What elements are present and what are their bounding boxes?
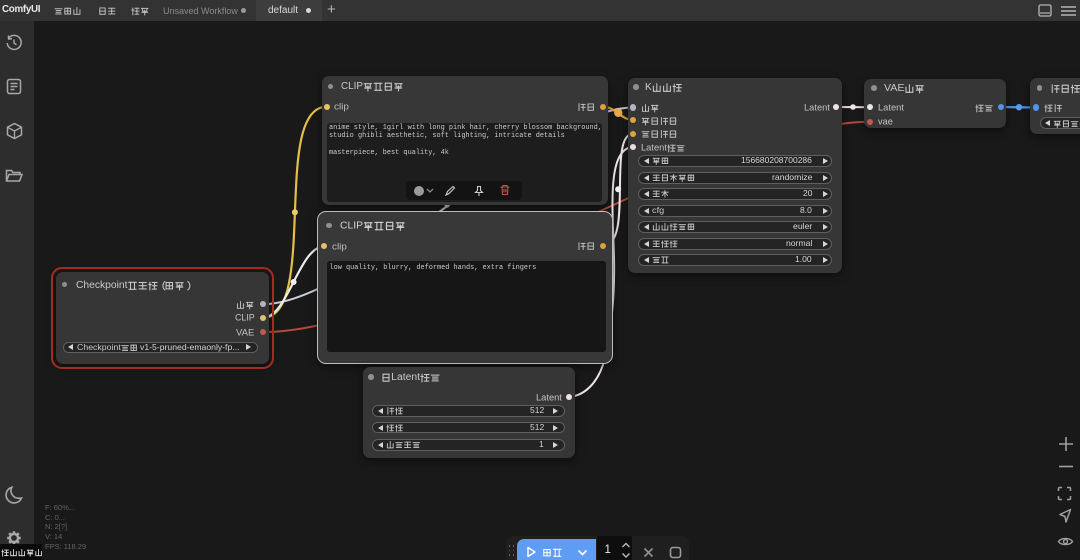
svg-text:normal: normal — [786, 238, 813, 248]
svg-text:20: 20 — [803, 188, 813, 198]
svg-text:Latent: Latent — [641, 142, 667, 152]
svg-text:CLIP: CLIP — [235, 313, 255, 323]
svg-text:clip: clip — [334, 102, 349, 112]
svg-text:Latent: Latent — [536, 392, 562, 402]
svg-text:1.00: 1.00 — [795, 254, 812, 264]
svg-text:512: 512 — [530, 405, 544, 415]
svg-text:v1-5-pruned-emaonly-fp...: v1-5-pruned-emaonly-fp... — [140, 342, 239, 352]
svg-text:Checkpoint: Checkpoint — [77, 342, 121, 352]
svg-text:cfg: cfg — [652, 205, 664, 215]
svg-text:Checkpoint: Checkpoint — [76, 280, 128, 291]
svg-text:8.0: 8.0 — [800, 205, 812, 215]
svg-text:clip: clip — [332, 241, 347, 251]
svg-text:Latent: Latent — [804, 102, 830, 112]
svg-text:VAE: VAE — [884, 83, 905, 94]
svg-text:156680208700286: 156680208700286 — [741, 155, 812, 165]
svg-text:randomize: randomize — [772, 172, 813, 182]
svg-text:VAE: VAE — [236, 327, 254, 337]
svg-text:euler: euler — [793, 221, 812, 231]
svg-text:Latent: Latent — [391, 372, 420, 383]
svg-text:1: 1 — [539, 439, 544, 449]
svg-text:CLIP: CLIP — [340, 220, 363, 231]
svg-text:K: K — [645, 82, 652, 93]
svg-text:512: 512 — [530, 422, 544, 432]
svg-text:Latent: Latent — [878, 102, 904, 112]
svg-text:vae: vae — [878, 117, 893, 127]
svg-text:CLIP: CLIP — [341, 81, 363, 92]
